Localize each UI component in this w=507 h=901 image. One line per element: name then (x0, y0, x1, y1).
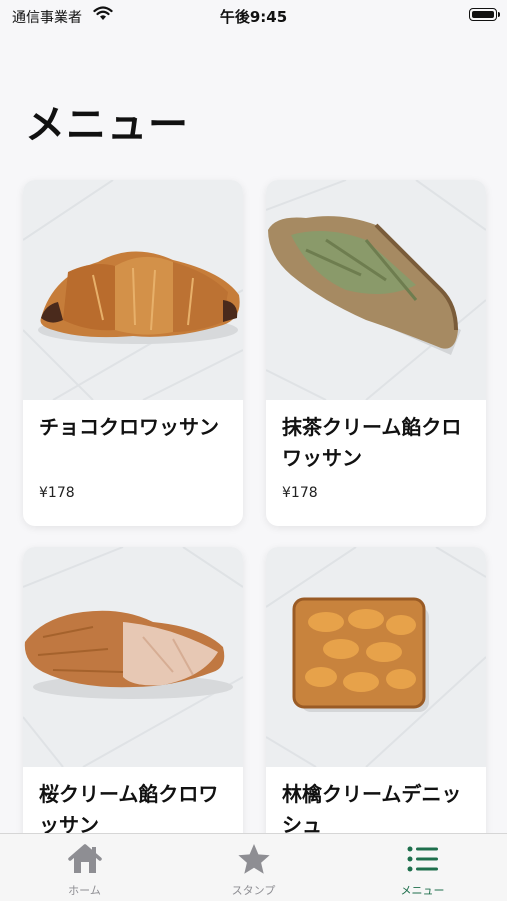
menu-card[interactable]: チョコクロワッサン ¥178 (23, 180, 243, 526)
battery-icon (469, 8, 500, 21)
product-photo (23, 547, 243, 768)
home-icon (67, 844, 102, 873)
product-name: 桜クリーム餡クロワッサン (39, 782, 219, 837)
tab-menu[interactable]: メニュー (338, 834, 507, 901)
tab-home[interactable]: ホーム (0, 834, 169, 901)
product-photo (23, 180, 243, 401)
product-price: ¥178 (282, 485, 318, 501)
tab-menu-label: メニュー (400, 884, 445, 897)
menu-card[interactable]: 抹茶クリーム餡クロワッサン ¥178 (266, 180, 486, 526)
clock: 午後9:45 (219, 8, 288, 26)
product-name: 抹茶クリーム餡クロワッサン (282, 415, 462, 470)
product-price: ¥178 (39, 485, 75, 501)
tab-stamp[interactable]: スタンプ (169, 834, 338, 901)
tab-stamp-label: スタンプ (231, 884, 276, 897)
list-icon (407, 846, 438, 872)
product-photo (266, 547, 486, 768)
star-icon (237, 844, 270, 874)
product-name: チョコクロワッサン (39, 415, 219, 439)
product-name: 林檎クリームデニッシュ (282, 782, 462, 837)
page-title: メニュー (25, 102, 189, 148)
status-bar: 通信事業者 午後9:45 (0, 0, 507, 30)
tab-home-label: ホーム (68, 884, 101, 897)
product-photo (266, 180, 486, 401)
tab-bar: ホーム スタンプ メニュー (0, 833, 507, 901)
